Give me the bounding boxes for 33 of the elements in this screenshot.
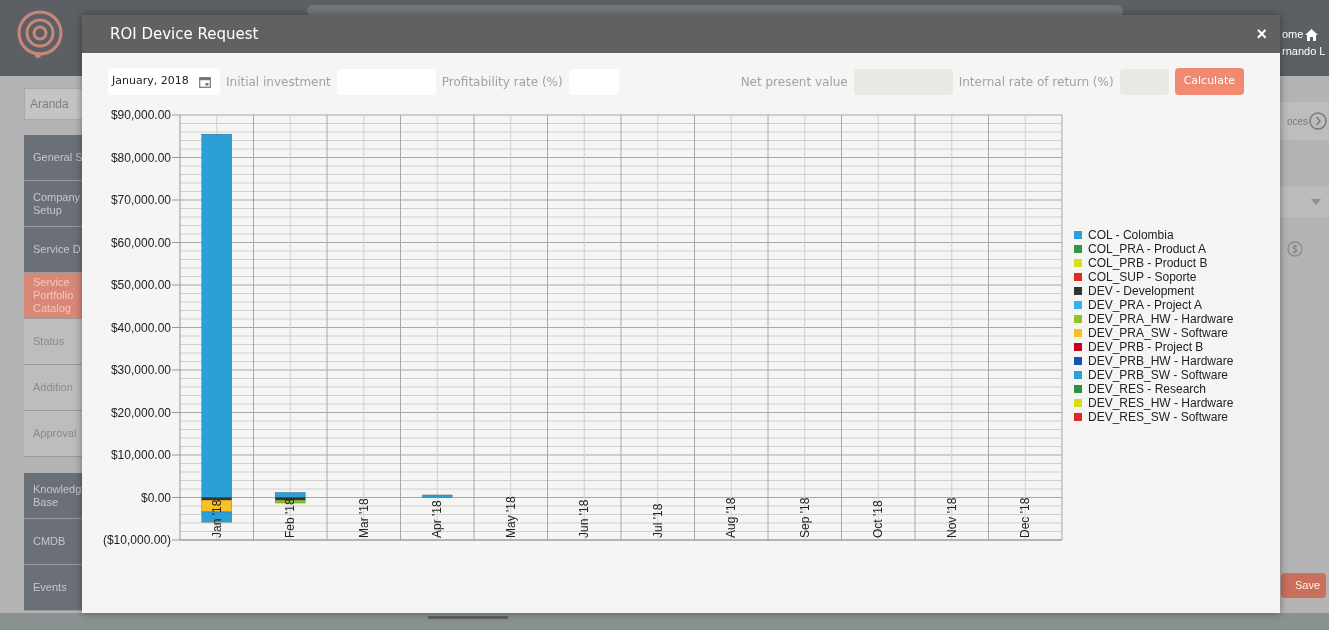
legend-label: DEV - Development [1088, 284, 1195, 298]
legend-label: DEV_PRB_HW - Hardware [1088, 354, 1234, 368]
y-axis-label: $0.00 [140, 490, 171, 505]
x-axis-label: Apr '18 [430, 500, 445, 538]
x-axis-label: Jan '18 [209, 499, 224, 538]
legend-label: DEV_PRA - Project A [1088, 298, 1203, 312]
x-axis-label: Mar '18 [356, 498, 371, 538]
x-axis-label: Jul '18 [650, 503, 665, 538]
x-axis-label: May '18 [503, 496, 518, 538]
legend-label: DEV_PRB_SW - Software [1088, 368, 1229, 382]
legend-label: COL_PRA - Product A [1088, 242, 1207, 256]
x-axis-label: Dec '18 [1018, 497, 1033, 538]
x-axis-label: Sep '18 [797, 497, 812, 538]
field-label: Profitability rate (%) [441, 73, 563, 91]
x-axis-label: Aug '18 [724, 497, 739, 538]
legend-label: COL - Colombia [1088, 228, 1174, 242]
x-axis-label: Oct '18 [871, 500, 886, 538]
field-label: Internal rate of return (%) [958, 73, 1114, 91]
legend-label: DEV_RES_SW - Software [1088, 410, 1229, 424]
x-axis-label: Jun '18 [577, 499, 592, 538]
y-axis-label: $90,000.00 [110, 108, 171, 122]
dialog-title: ROI Device Request [110, 23, 259, 45]
legend-label: DEV_PRB - Project B [1088, 340, 1204, 354]
legend-label: DEV_RES - Research [1088, 382, 1207, 396]
x-axis-label: Nov '18 [944, 497, 959, 538]
field-label: Net present value [740, 73, 848, 91]
field-label: Initial investment [226, 73, 331, 91]
x-axis-label: Feb '18 [283, 498, 298, 538]
legend-label: DEV_PRA_SW - Software [1088, 326, 1229, 340]
legend-label: COL_PRB - Product B [1088, 256, 1208, 270]
legend-label: DEV_RES_HW - Hardware [1088, 396, 1234, 410]
legend-label: COL_SUP - Soporte [1088, 270, 1197, 284]
legend-label: DEV_PRA_HW - Hardware [1088, 312, 1234, 326]
